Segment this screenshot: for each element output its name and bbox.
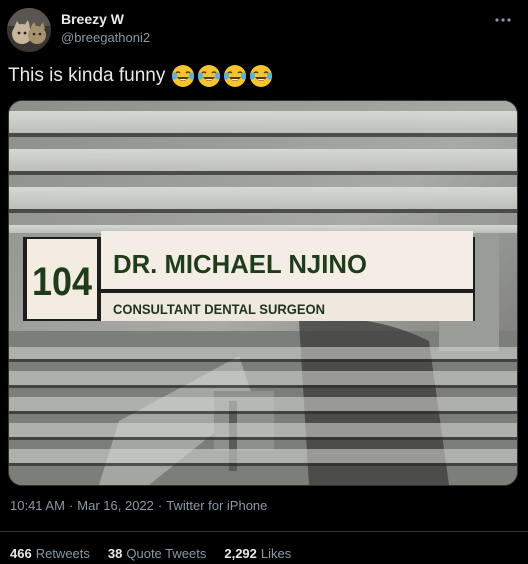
retweets-count: 466 — [10, 546, 32, 561]
retweets-label: Retweets — [35, 546, 90, 561]
quote-tweets-label: Quote Tweets — [126, 546, 207, 561]
author-handle[interactable]: @breegathoni2 — [61, 30, 150, 45]
door-sign-photo: 104 DR. MICHAEL NJINO CONSULTANT DENTAL … — [9, 101, 517, 485]
tweet-source[interactable]: Twitter for iPhone — [166, 498, 267, 513]
author-display-name[interactable]: Breezy W — [61, 11, 124, 27]
tweet: Breezy W @breegathoni2 This is kinda fun… — [0, 0, 528, 564]
tweet-meta: 10:41 AM · Mar 16, 2022 · Twitter for iP… — [10, 498, 267, 513]
tweet-stats: 466 Retweets 38 Quote Tweets 2,292 Likes — [10, 546, 291, 561]
tweet-text-body: This is kinda funny — [8, 65, 166, 86]
tweet-text: This is kinda funny — [8, 64, 273, 88]
likes-label: Likes — [260, 546, 292, 561]
sign-doctor-name: DR. MICHAEL NJINO — [113, 249, 367, 279]
meta-separator: · — [68, 498, 74, 513]
office-door-sign: 104 DR. MICHAEL NJINO CONSULTANT DENTAL … — [23, 231, 475, 321]
quote-tweets-stat[interactable]: 38 Quote Tweets — [108, 546, 206, 561]
tweet-date[interactable]: Mar 16, 2022 — [77, 498, 154, 513]
laughing-crying-emoji-icon — [224, 65, 247, 87]
tweet-photo[interactable]: 104 DR. MICHAEL NJINO CONSULTANT DENTAL … — [8, 100, 518, 486]
sign-room-number: 104 — [32, 260, 93, 304]
tweet-time[interactable]: 10:41 AM — [10, 498, 65, 513]
meta-separator: · — [157, 498, 163, 513]
retweets-stat[interactable]: 466 Retweets — [10, 546, 90, 561]
avatar[interactable] — [7, 8, 51, 52]
divider — [0, 531, 528, 532]
likes-stat[interactable]: 2,292 Likes — [224, 546, 291, 561]
laughing-crying-emoji-icon — [172, 65, 195, 87]
sign-doctor-title: CONSULTANT DENTAL SURGEON — [113, 301, 325, 317]
quote-tweets-count: 38 — [107, 546, 123, 561]
laughing-crying-emoji-icon — [198, 65, 221, 87]
emoji-group — [171, 64, 273, 88]
more-options-icon[interactable] — [494, 12, 512, 22]
laughing-crying-emoji-icon — [250, 65, 273, 87]
likes-count: 2,292 — [224, 546, 257, 561]
